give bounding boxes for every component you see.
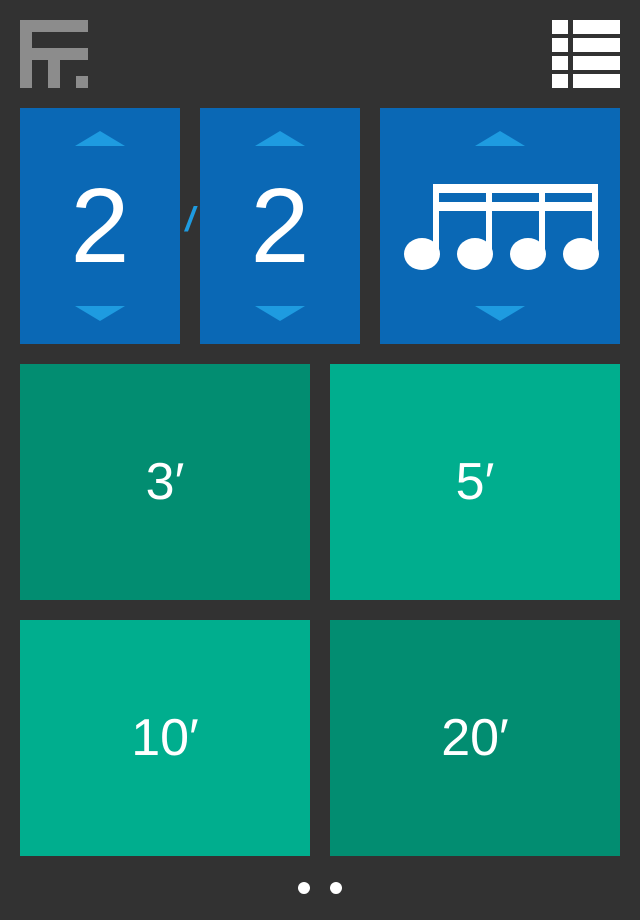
- list-menu-icon[interactable]: [552, 20, 620, 88]
- time-signature-separator: /: [185, 201, 195, 239]
- denominator-value: 2: [250, 167, 310, 285]
- duration-3-button[interactable]: 3′: [20, 364, 310, 600]
- subdivision-decrement-arrow[interactable]: [475, 306, 525, 321]
- duration-5-button[interactable]: 5′: [330, 364, 620, 600]
- numerator-picker[interactable]: 2: [20, 108, 180, 344]
- subdivision-increment-arrow[interactable]: [475, 131, 525, 146]
- numerator-decrement-arrow[interactable]: [75, 306, 125, 321]
- denominator-decrement-arrow[interactable]: [255, 306, 305, 321]
- duration-label: 5′: [455, 453, 495, 511]
- page-indicator-dot-1[interactable]: [298, 882, 310, 894]
- denominator-increment-arrow[interactable]: [255, 131, 305, 146]
- duration-10-button[interactable]: 10′: [20, 620, 310, 856]
- page-indicator-dot-2[interactable]: [330, 882, 342, 894]
- four-sixteenth-notes-icon: [402, 184, 600, 274]
- duration-label: 10′: [131, 709, 199, 767]
- denominator-picker[interactable]: 2: [200, 108, 360, 344]
- app-logo-icon: [20, 20, 88, 88]
- duration-label: 20′: [441, 709, 509, 767]
- duration-label: 3′: [145, 453, 185, 511]
- numerator-value: 2: [70, 167, 130, 285]
- subdivision-picker[interactable]: [380, 108, 620, 344]
- duration-20-button[interactable]: 20′: [330, 620, 620, 856]
- numerator-increment-arrow[interactable]: [75, 131, 125, 146]
